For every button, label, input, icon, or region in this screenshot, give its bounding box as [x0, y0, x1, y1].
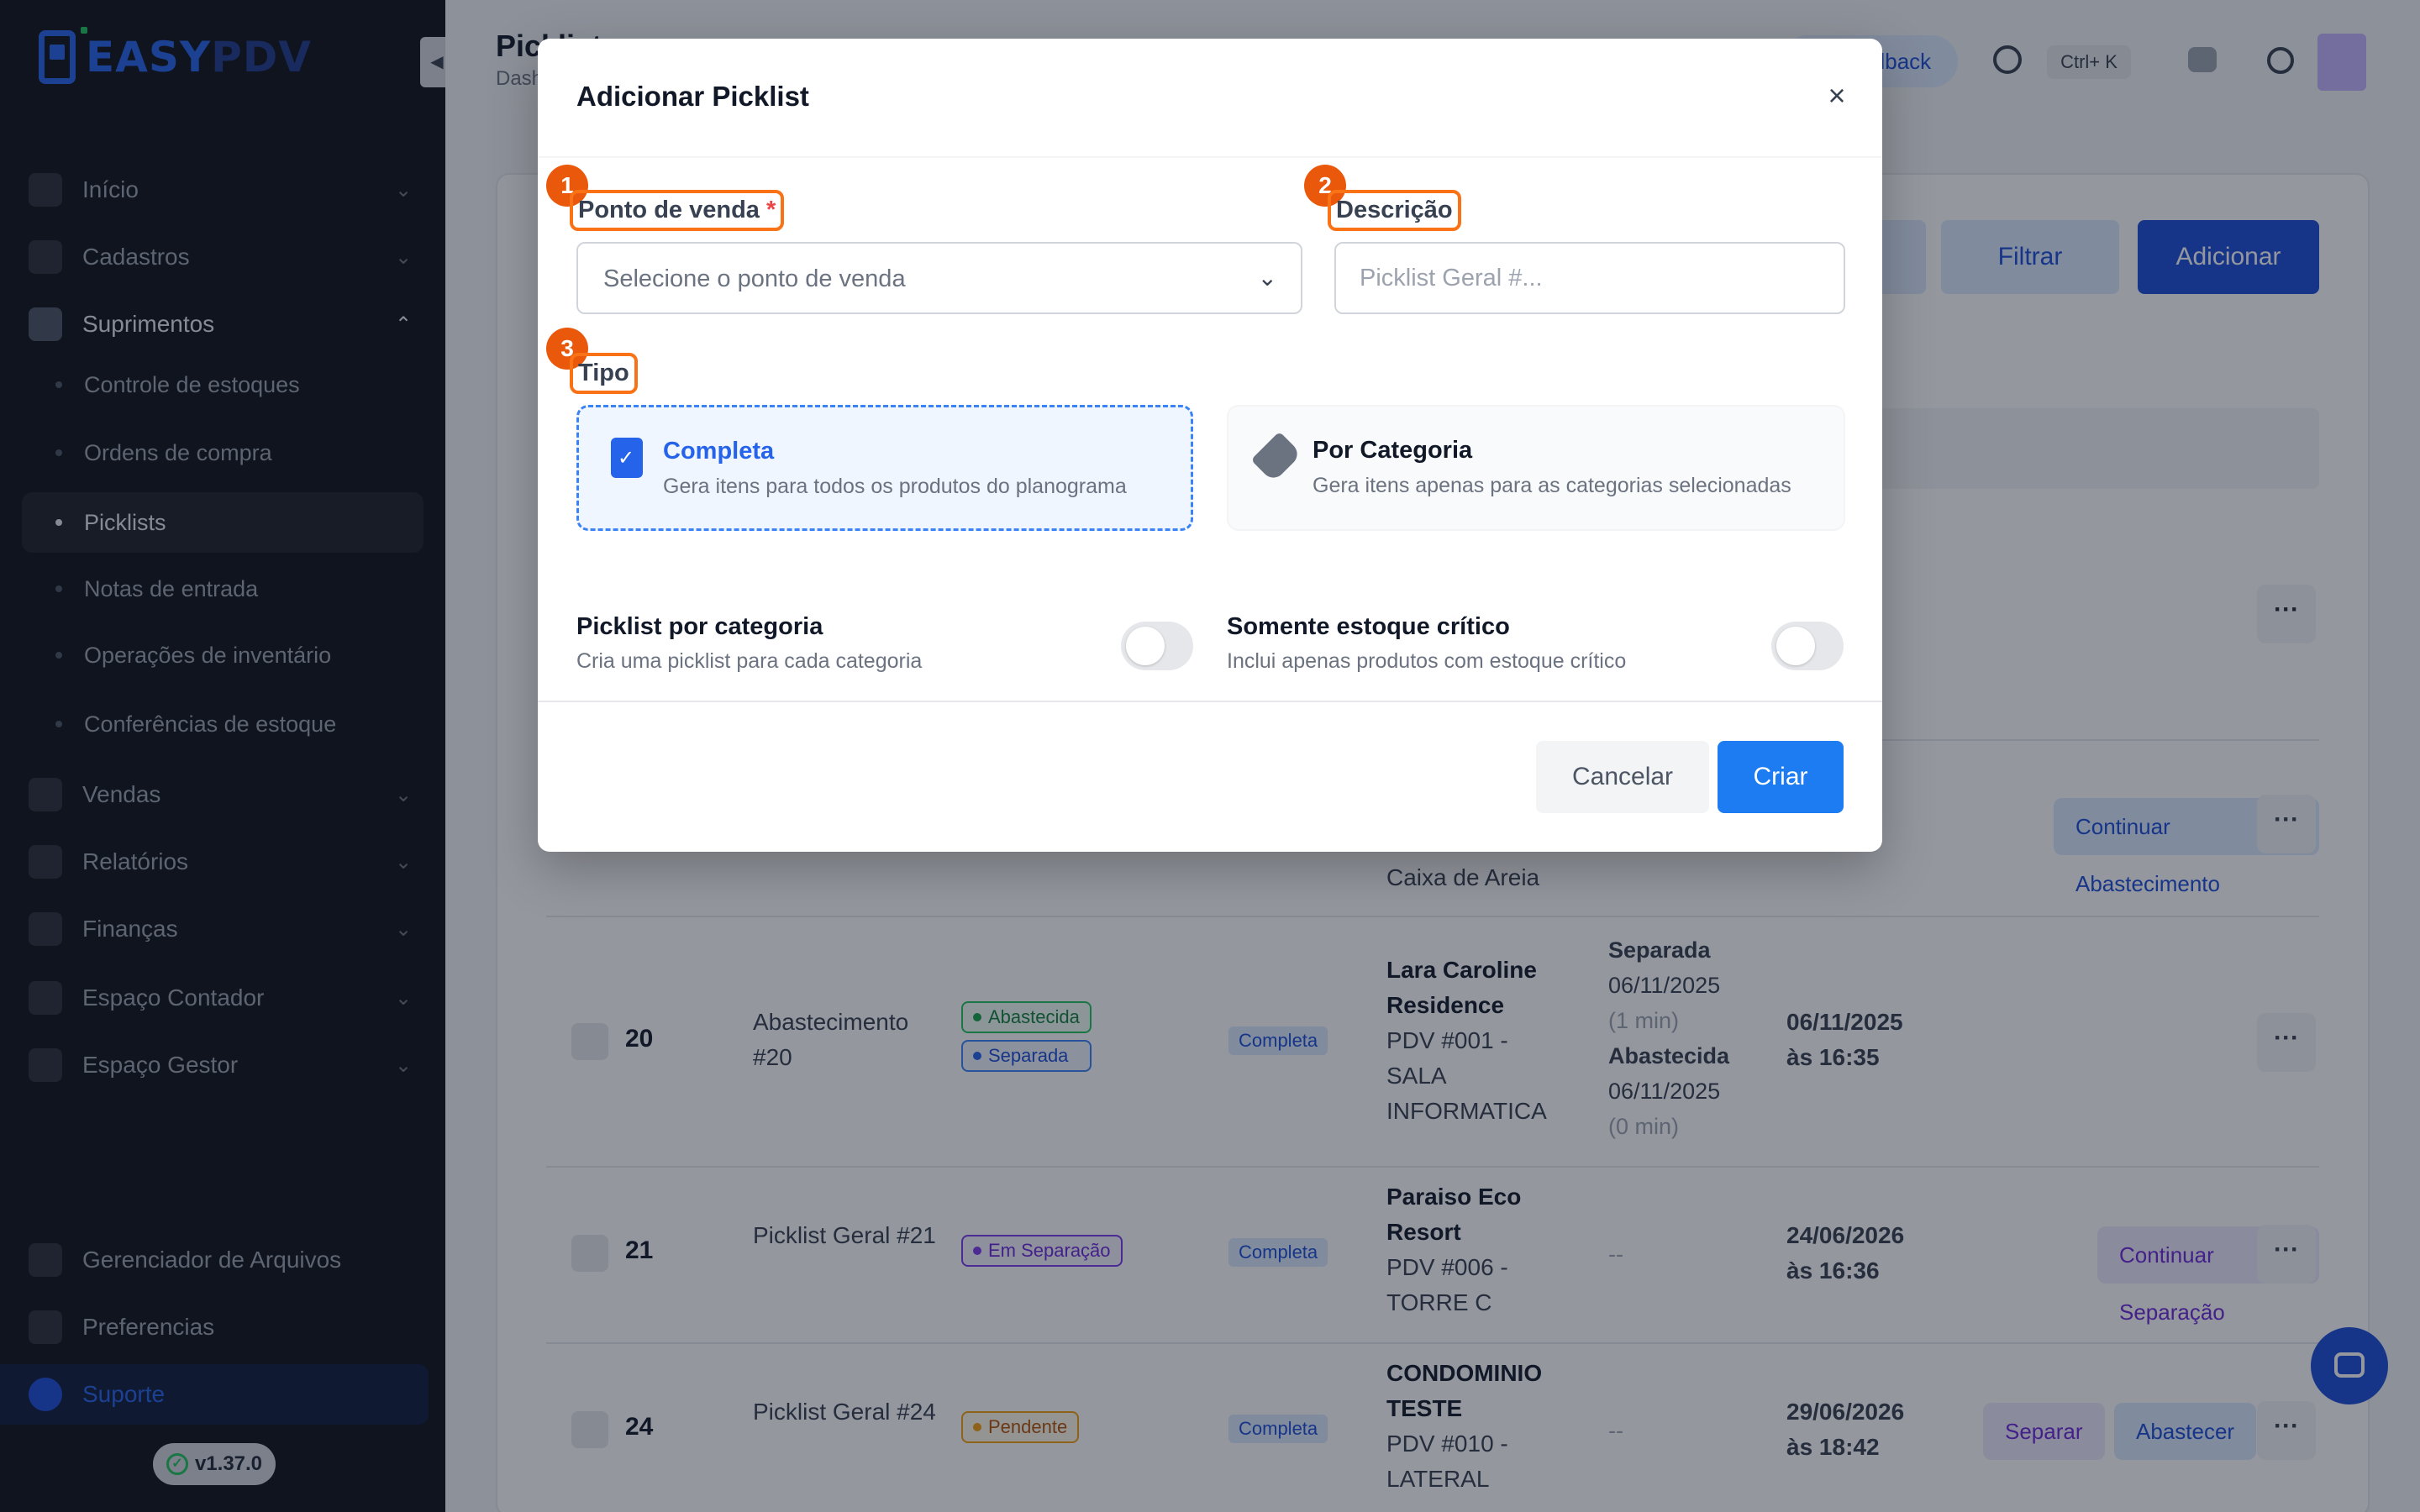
pos-select[interactable]: Selecione o ponto de venda ⌄	[576, 242, 1302, 314]
category-picklist-label: Picklist por categoria	[576, 613, 823, 640]
tag-icon	[1250, 431, 1302, 483]
create-button[interactable]: Criar	[1718, 741, 1844, 813]
pos-select-placeholder: Selecione o ponto de venda	[603, 265, 906, 292]
type-option-por-categoria[interactable]: Por Categoria Gera itens apenas para as …	[1227, 405, 1845, 531]
add-picklist-modal: Adicionar Picklist × 1 2 3 Ponto de vend…	[538, 39, 1882, 852]
chevron-down-icon: ⌄	[1257, 265, 1277, 291]
type-option-completa[interactable]: Completa Gera itens para todos os produt…	[576, 405, 1193, 531]
close-icon[interactable]: ×	[1820, 79, 1854, 113]
description-label: Descrição	[1328, 190, 1461, 231]
required-mark: *	[765, 197, 776, 223]
critical-stock-toggle[interactable]	[1771, 622, 1844, 670]
description-input[interactable]	[1334, 242, 1845, 314]
pos-label: Ponto de venda *	[570, 190, 785, 231]
critical-stock-label: Somente estoque crítico	[1227, 613, 1510, 640]
cancel-button[interactable]: Cancelar	[1536, 741, 1709, 813]
category-picklist-toggle[interactable]	[1121, 622, 1193, 670]
type-label: Tipo	[570, 353, 638, 394]
clipboard-check-icon	[611, 438, 643, 478]
modal-title: Adicionar Picklist	[576, 81, 809, 112]
